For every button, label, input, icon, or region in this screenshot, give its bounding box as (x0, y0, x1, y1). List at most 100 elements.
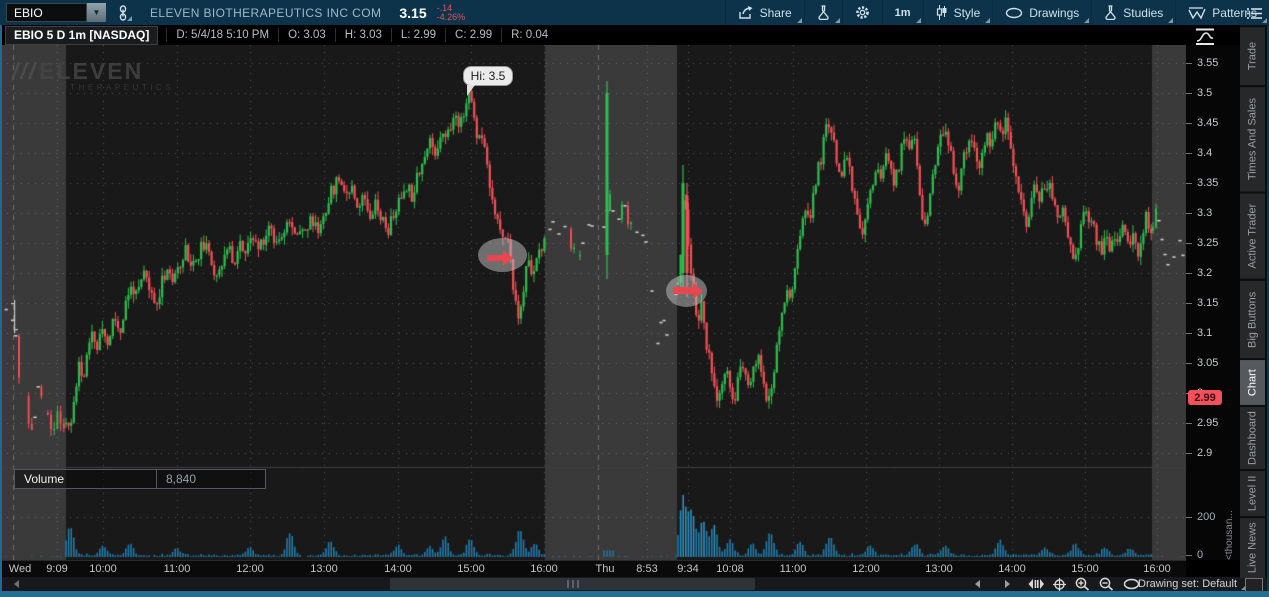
time-tick-label: 15:00 (457, 563, 485, 575)
header-open: O: 3.03 (278, 28, 335, 42)
sidebar-tab-level-ii[interactable]: Level II (1240, 468, 1267, 516)
share-label: Share (759, 5, 792, 20)
share-icon (738, 5, 753, 19)
sidebar-tab-big-buttons[interactable]: Big Buttons (1240, 278, 1267, 358)
scrollbar-thumb[interactable] (390, 578, 755, 590)
price-tick-mark (1186, 182, 1192, 184)
volume-tick-label: 0 (1197, 549, 1204, 561)
interval-button[interactable]: 1m (881, 0, 923, 25)
price-tick-mark (1186, 362, 1192, 364)
studies-button[interactable]: Studies (1091, 0, 1175, 25)
time-tick-label: 8:53 (636, 563, 658, 575)
time-tick-label: 10:00 (89, 563, 117, 575)
zoom-in-icon[interactable] (1075, 577, 1090, 591)
drawing-arrow-2-body[interactable] (673, 287, 693, 294)
interval-dropdown-corner (915, 18, 921, 23)
sidebar-tab-dashboard[interactable]: Dashboard (1240, 404, 1267, 469)
sidebar-tab-chart[interactable]: Chart (1240, 357, 1267, 405)
toolbar-button-group: Share 1m Style Drawings Studies Patterns (724, 0, 1269, 25)
price-tick-mark (1186, 62, 1192, 64)
symbol-dropdown-button[interactable]: ▼ (87, 3, 106, 22)
drawings-label: Drawings (1029, 5, 1080, 20)
price-tick-label: 3.2 (1197, 267, 1213, 279)
quick-study-button[interactable] (803, 0, 842, 25)
last-price-badge: 2.99 (1188, 390, 1222, 405)
crosshair-icon[interactable] (1053, 577, 1066, 591)
price-tick-mark (1186, 122, 1192, 124)
price-tick-label: 2.95 (1197, 417, 1219, 429)
chart-tool-icons (1028, 577, 1140, 591)
drawing-arrow-1-head (503, 250, 513, 266)
drawings-dropdown-corner (1084, 18, 1090, 23)
gadget-sidebar: Trade Times And Sales Active Trader Big But… (1240, 25, 1267, 578)
sidebar-tab-live-news[interactable]: Live News (1240, 515, 1267, 578)
scroll-left-arrow[interactable] (14, 580, 19, 588)
patterns-icon (1188, 6, 1206, 19)
drawings-button[interactable]: Drawings (992, 0, 1091, 25)
link-button[interactable] (112, 2, 134, 23)
time-tick-label: Wed (8, 563, 32, 575)
price-tick-label: 2.9 (1197, 447, 1213, 459)
price-tick-mark (1186, 302, 1192, 304)
time-tick-label: 10:08 (716, 563, 744, 575)
last-price: 3.15 (399, 4, 427, 21)
pan-icon[interactable] (1028, 578, 1044, 590)
price-tick-label: 3.3 (1197, 207, 1213, 219)
toolbar-menu-button[interactable] (1243, 4, 1265, 23)
time-axis[interactable]: Wed 9:09 10:00 11:00 12:00 13:00 14:00 15:00 16:… (0, 560, 1186, 578)
status-bar: Drawing set: Default (0, 577, 1269, 591)
header-close: C: 2.99 (445, 28, 501, 42)
volume-unit-label: <thousan... (1224, 510, 1235, 560)
volume-tick-label: 200 (1197, 511, 1216, 523)
high-marker-tail (467, 85, 475, 96)
drawing-set-button[interactable]: Drawing set: Default (1138, 577, 1247, 591)
study-dropdown-corner (834, 18, 840, 23)
chart-title[interactable]: EBIO 5 D 1m [NASDAQ] (5, 25, 159, 45)
window-bottom-edge (0, 591, 1269, 597)
sidebar-tab-active-trader[interactable]: Active Trader (1240, 192, 1267, 279)
style-dropdown-corner (985, 18, 991, 23)
sidebar-tab-times-and-sales[interactable]: Times And Sales (1240, 85, 1267, 193)
price-tick-label: 3.55 (1197, 57, 1219, 69)
price-tick-mark (1186, 92, 1192, 94)
time-tick-label: 9:09 (46, 563, 68, 575)
zoom-out-icon[interactable] (1099, 577, 1114, 591)
page-left-arrow[interactable] (975, 580, 980, 588)
company-name: ELEVEN BIOTHERAPEUTICS INC COM (150, 5, 382, 20)
header-high: H: 3.03 (334, 28, 391, 42)
volume-study-header[interactable]: Volume 8,840 (14, 469, 266, 489)
time-tick-label: 15:00 (1071, 563, 1099, 575)
panel-toggle-button[interactable] (1245, 578, 1263, 592)
studies-flask-icon (1105, 5, 1116, 20)
share-button[interactable]: Share (724, 0, 804, 25)
link-dropdown-corner (127, 16, 132, 21)
time-tick-label: 14:00 (384, 563, 412, 575)
symbol-box[interactable]: EBIO ▼ (6, 3, 106, 22)
high-marker-flag[interactable]: Hi: 3.5 (463, 66, 513, 86)
symbol-input[interactable]: EBIO (6, 3, 87, 22)
chart-curve-icon[interactable] (1193, 27, 1217, 51)
flask-icon (818, 5, 829, 20)
scrollbar-grip (566, 580, 579, 588)
drawing-arrow-1-body[interactable] (487, 255, 503, 261)
volume-tick-mark (1186, 517, 1192, 518)
price-tick-label: 3.05 (1197, 357, 1219, 369)
change-percent: -4.26% (436, 11, 466, 22)
top-toolbar: EBIO ▼ ELEVEN BIOTHERAPEUTICS INC COM 3.… (0, 0, 1269, 25)
price-tick-label: 3.5 (1197, 87, 1213, 99)
header-date: D: 5/4/18 5:10 PM (166, 28, 278, 42)
time-tick-label: Thu (595, 563, 615, 575)
style-button[interactable]: Style (922, 0, 993, 25)
settings-button[interactable] (841, 0, 882, 25)
share-dropdown-corner (796, 18, 802, 23)
page-right-arrow[interactable] (1005, 580, 1010, 588)
window-left-edge (0, 25, 2, 591)
price-tick-mark (1186, 332, 1192, 334)
price-tick-mark (1186, 242, 1192, 244)
volume-label: Volume (24, 472, 65, 486)
header-low: L: 2.99 (390, 28, 445, 42)
style-label: Style (953, 5, 981, 20)
price-tick-mark (1186, 422, 1192, 424)
sidebar-tab-trade[interactable]: Trade (1240, 25, 1267, 86)
price-tick-label: 3.25 (1197, 237, 1219, 249)
